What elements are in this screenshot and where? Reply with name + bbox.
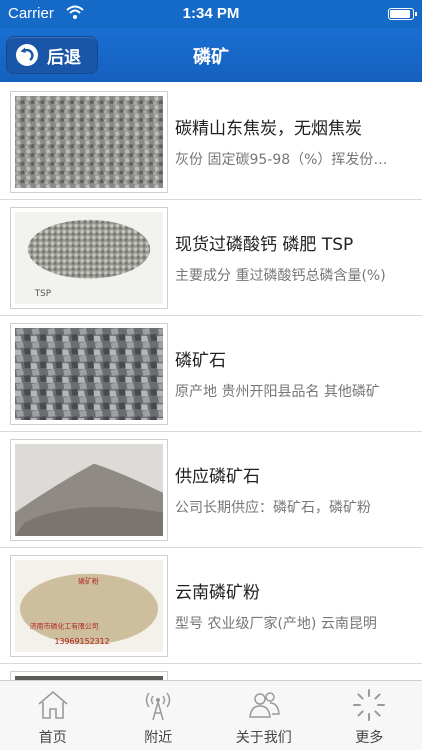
item-subtitle: 原产地 贵州开阳县品名 其他磷矿 xyxy=(175,384,380,400)
tab-label: 首页 xyxy=(38,730,67,746)
status-bar: Carrier 1:34 PM xyxy=(0,0,422,28)
item-title: 碳精山东焦炭，无烟焦炭 xyxy=(175,119,362,139)
tab-bar: 首页 附近 关于我们 更多 xyxy=(0,680,422,750)
list-item[interactable]: 磷矿石 原产地 贵州开阳县品名 其他磷矿 xyxy=(0,316,422,432)
item-subtitle: 公司长期供应：磷矿石，磷矿粉 xyxy=(175,500,371,516)
tab-label: 关于我们 xyxy=(235,730,292,746)
tab-about[interactable]: 关于我们 xyxy=(211,681,317,750)
product-image: 磷矿粉 济南市磷化工有限公司 13969152312 xyxy=(10,555,168,657)
tab-label: 附近 xyxy=(144,730,173,746)
item-subtitle: 灰份 固定碳95-98（%）挥发份（%） xyxy=(175,152,397,168)
product-image: TSP xyxy=(10,207,168,309)
product-image xyxy=(10,439,168,541)
list-item[interactable]: 磷矿粉 济南市磷化工有限公司 13969152312 云南磷矿粉 型号 农业级厂… xyxy=(0,548,422,664)
product-image xyxy=(10,323,168,425)
back-label: 后退 xyxy=(47,47,81,68)
list-item[interactable]: 碳精山东焦炭，无烟焦炭 灰份 固定碳95-98（%）挥发份（%） xyxy=(0,84,422,200)
item-title: 现货过磷酸钙 磷肥 TSP xyxy=(175,235,354,255)
tab-more[interactable]: 更多 xyxy=(317,681,422,750)
tab-home[interactable]: 首页 xyxy=(0,681,106,750)
back-button[interactable]: 后退 xyxy=(6,36,98,74)
home-icon xyxy=(38,690,68,719)
spinner-icon xyxy=(353,689,386,721)
product-list: 碳精山东焦炭，无烟焦炭 灰份 固定碳95-98（%）挥发份（%） TSP 现货过… xyxy=(0,84,422,691)
item-title: 云南磷矿粉 xyxy=(175,583,260,603)
item-title: 磷矿石 xyxy=(175,351,226,371)
product-image xyxy=(10,91,168,193)
list-item[interactable]: TSP 现货过磷酸钙 磷肥 TSP 主要成分 重过磷酸钙总磷含量(%) xyxy=(0,200,422,316)
item-subtitle: 主要成分 重过磷酸钙总磷含量(%) xyxy=(175,268,386,284)
bag-label: 磷矿粉 xyxy=(78,577,99,586)
item-title: 供应磷矿石 xyxy=(175,467,260,487)
tab-nearby[interactable]: 附近 xyxy=(106,681,212,750)
tsp-label: TSP xyxy=(34,289,52,299)
battery-icon xyxy=(388,8,417,20)
back-arrow-icon xyxy=(16,44,38,66)
item-subtitle: 型号 农业级厂家(产地) 云南昆明 xyxy=(175,616,377,632)
list-item[interactable]: 供应磷矿石 公司长期供应：磷矿石，磷矿粉 xyxy=(0,432,422,548)
phone-text: 13969152312 xyxy=(54,637,109,646)
antenna-icon xyxy=(146,692,171,721)
people-icon xyxy=(248,692,280,718)
company-text: 济南市磷化工有限公司 xyxy=(30,622,99,631)
navigation-bar: 后退 磷矿 xyxy=(0,28,422,82)
clock: 1:34 PM xyxy=(182,5,240,22)
tab-label: 更多 xyxy=(355,730,384,746)
